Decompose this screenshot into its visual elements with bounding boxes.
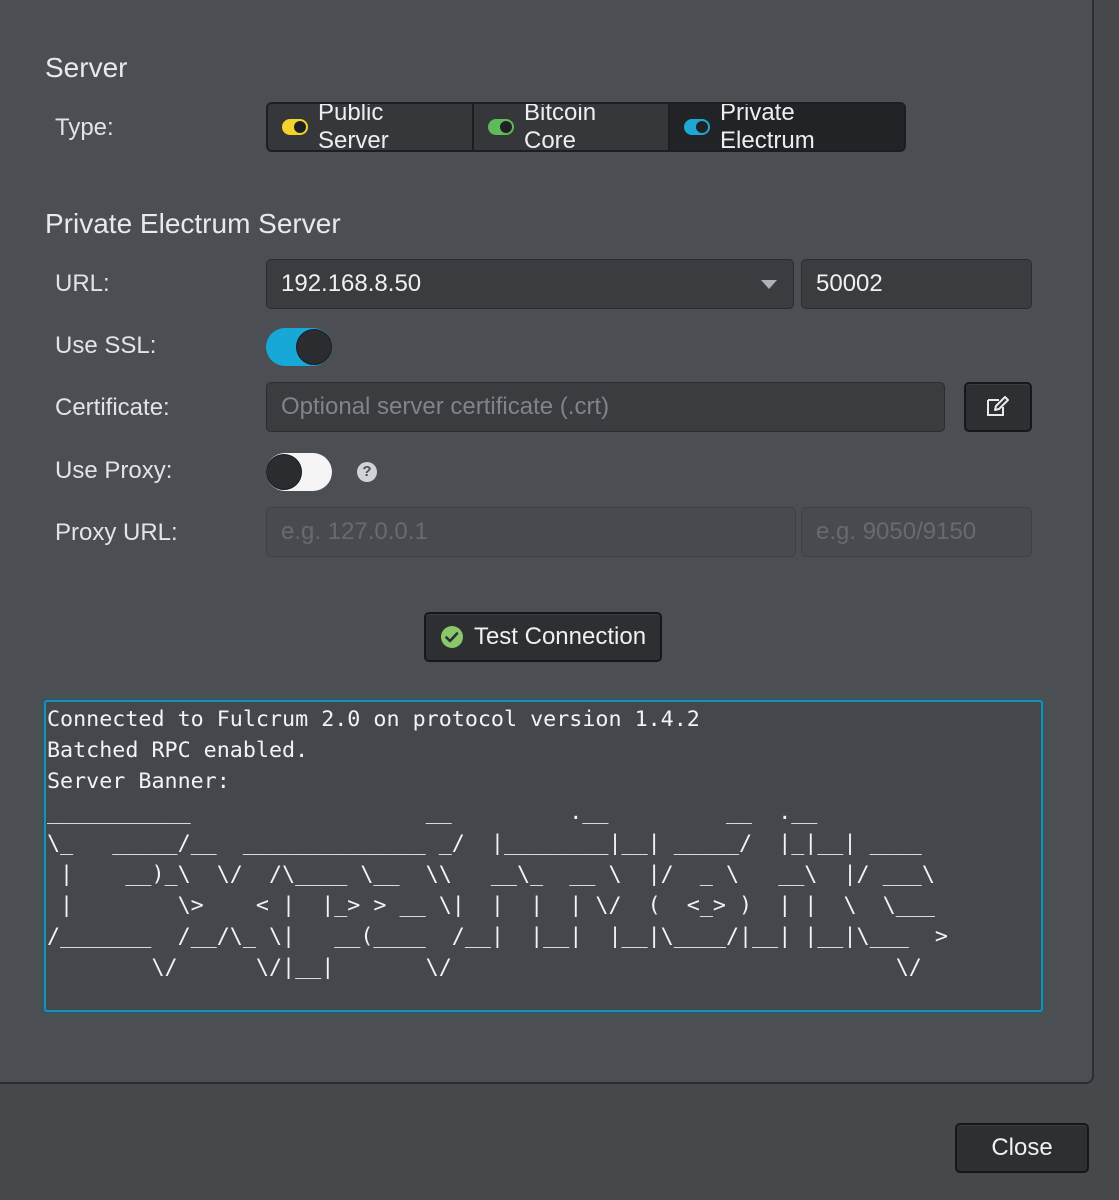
use-proxy-toggle[interactable] (266, 453, 332, 491)
toggle-indicator-icon (282, 119, 308, 135)
server-type-public[interactable]: Public Server (268, 104, 474, 150)
banner-line: \/ \/|__| \/ \/ (47, 955, 922, 980)
private-server-section-title: Private Electrum Server (45, 208, 341, 239)
certificate-label: Certificate: (55, 394, 170, 421)
edit-icon (987, 396, 1009, 416)
server-type-label: Private Electrum (720, 102, 815, 152)
server-type-selector: Public Server Bitcoin Core Private Elect… (266, 102, 906, 152)
test-connection-button[interactable]: Test Connection (424, 612, 662, 662)
banner-line: | \> < | |_> > __ \| | | | \/ ( <_> ) | … (47, 893, 935, 918)
certificate-placeholder: Optional server certificate (.crt) (281, 393, 610, 420)
banner-line: \_ _____/__ ______________ _/ |________|… (47, 831, 922, 856)
edit-certificate-button[interactable] (964, 382, 1032, 432)
check-circle-icon (440, 626, 463, 648)
server-type-label: Bitcoin Core (524, 102, 597, 152)
toggle-indicator-icon (488, 119, 514, 135)
log-line: Connected to Fulcrum 2.0 on protocol ver… (47, 707, 700, 732)
proxy-port-placeholder: e.g. 9050/9150 (816, 518, 977, 545)
port-input[interactable]: 50002 (801, 259, 1032, 309)
use-ssl-toggle[interactable] (266, 328, 332, 366)
help-icon[interactable]: ? (357, 462, 377, 482)
port-value: 50002 (816, 270, 883, 297)
log-line: Server Banner: (47, 769, 230, 794)
server-type-private-electrum[interactable]: Private Electrum (670, 104, 904, 150)
use-ssl-label: Use SSL: (55, 332, 157, 359)
toggle-knob (266, 454, 302, 490)
proxy-url-placeholder: e.g. 127.0.0.1 (281, 518, 428, 545)
network-preferences-window: Server Type: Public Server Bitcoin Core … (0, 0, 1119, 1200)
server-type-label: Public Server (318, 102, 389, 152)
url-combobox[interactable]: 192.168.8.50 (266, 259, 794, 309)
server-type-bitcoin-core[interactable]: Bitcoin Core (474, 104, 670, 150)
connection-log-output[interactable]: Connected to Fulcrum 2.0 on protocol ver… (44, 700, 1043, 1012)
toggle-knob (296, 329, 332, 365)
proxy-url-label: Proxy URL: (55, 519, 178, 546)
banner-line: /_______ /__/\_ \| __(____ /__| |__| |__… (47, 924, 948, 949)
proxy-url-input[interactable]: e.g. 127.0.0.1 (266, 507, 796, 557)
test-connection-label: Test Connection (473, 623, 647, 650)
type-label: Type: (55, 114, 114, 141)
banner-line: | __)_\ \/ /\____ \__ \\ __\_ __ \ |/ _ … (47, 862, 935, 887)
close-button-label: Close (991, 1134, 1053, 1161)
certificate-input[interactable]: Optional server certificate (.crt) (266, 382, 945, 432)
toggle-indicator-icon (684, 119, 710, 135)
proxy-port-input[interactable]: e.g. 9050/9150 (801, 507, 1032, 557)
log-line: Batched RPC enabled. (47, 738, 309, 763)
server-section-title: Server (45, 52, 128, 83)
close-button[interactable]: Close (955, 1123, 1089, 1173)
banner-line: ___________ __ .__ __ .__ (47, 800, 818, 825)
use-proxy-label: Use Proxy: (55, 457, 173, 484)
chevron-down-icon[interactable] (761, 280, 777, 289)
url-value: 192.168.8.50 (281, 270, 422, 297)
url-label: URL: (55, 270, 110, 297)
